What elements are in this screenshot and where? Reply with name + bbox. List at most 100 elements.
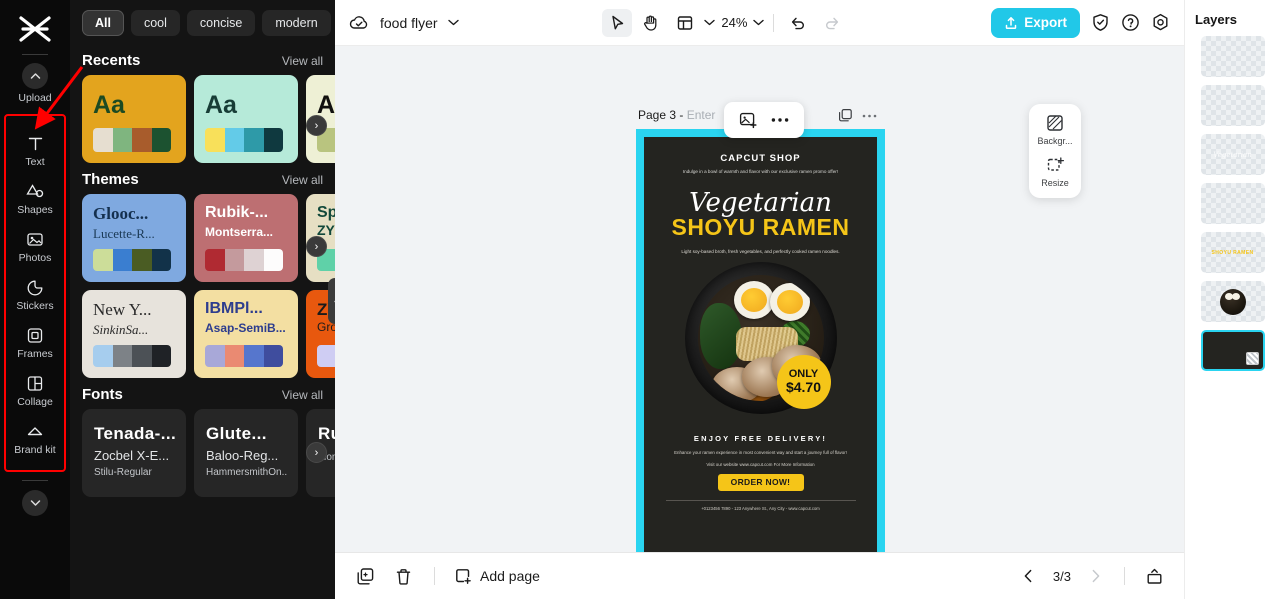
- document-title[interactable]: food flyer: [380, 15, 438, 31]
- egg-left: [733, 280, 774, 319]
- fonts-row: Tenada-... Zocbel X-E... Stilu-Regular G…: [70, 409, 335, 497]
- gear-icon[interactable]: [1151, 13, 1170, 32]
- view-all-recents[interactable]: View all: [282, 54, 323, 68]
- question-circle-icon[interactable]: [1121, 13, 1140, 32]
- flyer-brand: CAPCUT SHOP: [720, 153, 801, 164]
- left-rail: Upload Text Shapes Photos Stickers Frame…: [0, 0, 84, 599]
- view-all-themes[interactable]: View all: [282, 173, 323, 187]
- zoom-level[interactable]: 24%: [719, 15, 749, 30]
- sidebar-item-text[interactable]: Text: [6, 126, 64, 174]
- sidebar-item-shapes-label: Shapes: [17, 204, 53, 216]
- list-item[interactable]: [1200, 281, 1265, 322]
- theme-card-2-swatches: [205, 249, 283, 271]
- redo-icon[interactable]: [817, 9, 847, 37]
- list-item[interactable]: [1200, 183, 1265, 224]
- export-button[interactable]: Export: [991, 7, 1080, 38]
- theme-card-3-l1: Sp: [317, 204, 335, 221]
- theme-card-2-l1: Rubik-...: [205, 204, 269, 221]
- theme-card-4-l1: New Y...: [93, 300, 152, 319]
- layers-panel: Layers Vegetarian SHOYU RAMEN: [1184, 0, 1280, 599]
- more-horizontal-icon[interactable]: [862, 113, 877, 119]
- flyer-main-title: SHOYU RAMEN: [671, 214, 850, 240]
- chevron-down-icon[interactable]: [704, 19, 716, 26]
- flyer-selection-frame[interactable]: CAPCUT SHOP Indulge in a bowl of warmth …: [636, 129, 885, 552]
- font-card-1-l2: Zocbel X-E...: [94, 448, 170, 463]
- chip-all[interactable]: All: [82, 10, 124, 36]
- list-item[interactable]: Vegetarian: [1200, 134, 1265, 175]
- more-horizontal-icon[interactable]: [768, 108, 792, 132]
- resize-tool[interactable]: Resize: [1030, 155, 1080, 188]
- flyer-divider: [665, 499, 856, 501]
- undo-icon[interactable]: [783, 9, 813, 37]
- font-card-2[interactable]: Glute... Baloo-Reg... HammersmithOn...: [194, 409, 298, 497]
- list-item[interactable]: SHOYU RAMEN: [1200, 232, 1265, 273]
- cursor-icon[interactable]: [602, 8, 633, 37]
- theme-card-2[interactable]: Rubik-... Montserra...: [194, 194, 298, 282]
- sidebar-item-brand-kit[interactable]: Brand kit: [6, 414, 64, 462]
- font-card-1[interactable]: Tenada-... Zocbel X-E... Stilu-Regular: [82, 409, 186, 497]
- page-tools: [838, 108, 877, 123]
- theme-card-1[interactable]: Glooc... Lucette-R...: [82, 194, 186, 282]
- price-badge-line2: $4.70: [785, 379, 822, 395]
- rail-bottom: [22, 480, 48, 516]
- flyer-visit-text: Visit our website www.capcut.com For Mor…: [706, 461, 815, 467]
- panel-collapse-handle[interactable]: ‹: [328, 278, 335, 324]
- template-panel: All cool concise modern Recents View all…: [70, 0, 335, 599]
- shapes-icon: [25, 181, 45, 201]
- view-all-fonts[interactable]: View all: [282, 388, 323, 402]
- brandkit-icon: [25, 421, 45, 441]
- section-header-recents: Recents View all: [70, 44, 335, 75]
- chevron-down-icon[interactable]: [447, 19, 459, 26]
- trash-icon[interactable]: [391, 564, 415, 588]
- background-tool[interactable]: Backgr...: [1030, 113, 1080, 146]
- shield-check-icon[interactable]: [1091, 13, 1110, 32]
- capcut-logo[interactable]: [15, 14, 55, 44]
- page-name-placeholder[interactable]: Enter: [687, 108, 716, 122]
- chip-modern[interactable]: modern: [262, 10, 331, 36]
- background-icon: [1045, 113, 1065, 133]
- chevron-right-icon[interactable]: ›: [306, 442, 327, 463]
- recent-card-1[interactable]: Aa: [82, 75, 186, 163]
- list-item-selected[interactable]: [1200, 330, 1265, 371]
- list-item[interactable]: [1200, 85, 1265, 126]
- sidebar-item-photos[interactable]: Photos: [6, 222, 64, 270]
- order-now-button[interactable]: ORDER NOW!: [717, 473, 804, 491]
- sidebar-item-stickers[interactable]: Stickers: [6, 270, 64, 318]
- chip-concise[interactable]: concise: [186, 10, 256, 36]
- rail-item-upload[interactable]: Upload: [18, 63, 52, 104]
- chevron-right-icon[interactable]: ›: [306, 236, 327, 257]
- section-header-fonts: Fonts View all: [70, 378, 335, 409]
- canvas-side-tools: Backgr... Resize: [1029, 104, 1081, 198]
- theme-card-5[interactable]: IBMPl... Asap-SemiB...: [194, 290, 298, 378]
- add-page-button[interactable]: Add page: [454, 567, 540, 585]
- font-card-1-l3: Stilu-Regular: [94, 467, 152, 478]
- chevron-right-icon[interactable]: ›: [306, 115, 327, 136]
- theme-card-4[interactable]: New Y... SinkinSa...: [82, 290, 186, 378]
- section-header-themes: Themes View all: [70, 163, 335, 194]
- sidebar-item-collage-label: Collage: [17, 396, 53, 408]
- present-icon[interactable]: [1142, 564, 1166, 588]
- hand-icon[interactable]: [636, 9, 666, 37]
- theme-card-1-l2: Lucette-R...: [93, 226, 155, 241]
- canvas-area[interactable]: Page 3 - Enter CAPCUT SHOP Indulge in a …: [335, 46, 1184, 552]
- cloud-check-icon[interactable]: [349, 14, 370, 32]
- chip-cool[interactable]: cool: [130, 10, 180, 36]
- next-page-button[interactable]: [1083, 564, 1107, 588]
- page-label-text: Page 3 -: [638, 108, 684, 122]
- chevron-down-icon[interactable]: [753, 19, 765, 26]
- bottom-divider: [434, 567, 435, 585]
- sidebar-item-shapes[interactable]: Shapes: [6, 174, 64, 222]
- list-item[interactable]: [1200, 36, 1265, 77]
- add-image-icon[interactable]: [736, 108, 760, 132]
- theme-card-5-l1: IBMPl...: [205, 300, 263, 317]
- duplicate-icon[interactable]: [838, 108, 853, 123]
- sidebar-item-frames[interactable]: Frames: [6, 318, 64, 366]
- layout-icon[interactable]: [670, 9, 700, 37]
- flyer-design[interactable]: CAPCUT SHOP Indulge in a bowl of warmth …: [644, 137, 877, 552]
- rail-expand-button[interactable]: [22, 490, 48, 516]
- background-tool-label: Backgr...: [1037, 136, 1073, 146]
- sidebar-item-collage[interactable]: Collage: [6, 366, 64, 414]
- duplicate-page-icon[interactable]: [353, 564, 377, 588]
- recent-card-2[interactable]: Aa: [194, 75, 298, 163]
- prev-page-button[interactable]: [1017, 564, 1041, 588]
